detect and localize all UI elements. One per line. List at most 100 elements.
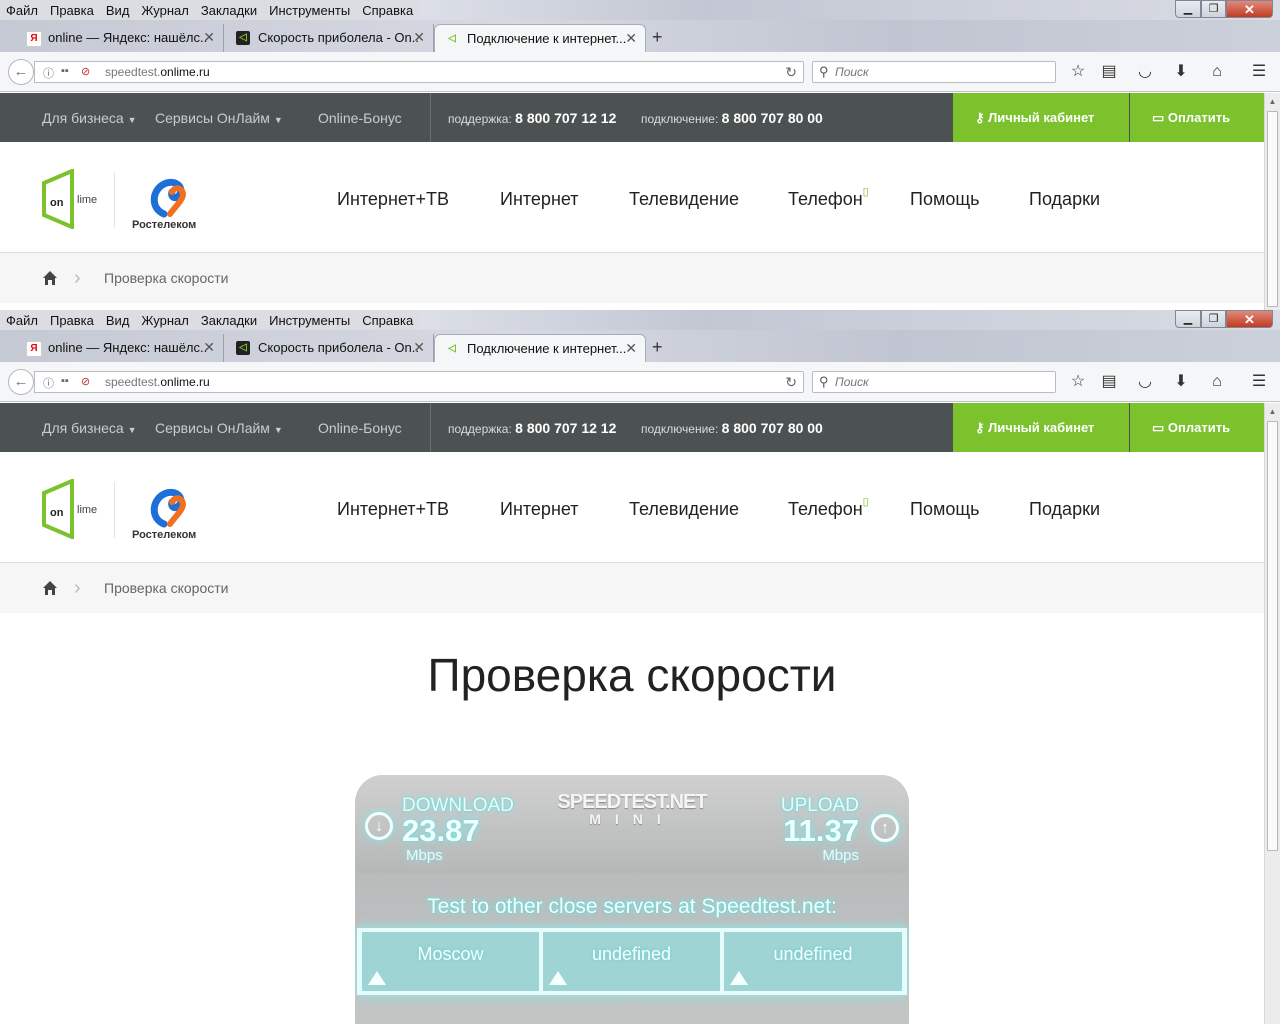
personal-account-button[interactable]: ⚷ Личный кабинет	[953, 93, 1129, 142]
nav-television[interactable]: Телевидение	[629, 499, 739, 520]
close-window-button[interactable]: ✕	[1226, 310, 1273, 328]
onlime-logo[interactable]: on lime	[40, 479, 102, 539]
maximize-button[interactable]: ❐	[1201, 0, 1226, 18]
new-tab-icon[interactable]: +	[652, 27, 663, 48]
menu-edit[interactable]: Правка	[44, 0, 100, 20]
home-icon[interactable]	[42, 270, 58, 286]
pay-button[interactable]: ▭ Оплатить	[1130, 93, 1264, 142]
link-services[interactable]: Сервисы ОнЛайм ▼	[155, 110, 283, 126]
menu-view[interactable]: Вид	[100, 310, 136, 330]
nav-help[interactable]: Помощь	[910, 499, 980, 520]
search-input[interactable]	[835, 64, 1045, 80]
tab-yandex[interactable]: Я online — Яндекс: нашёлс... ✕	[16, 334, 224, 362]
plugin-icon[interactable]: ▪▪	[61, 65, 69, 77]
close-tab-icon[interactable]: ✕	[413, 339, 425, 356]
menu-file[interactable]: Файл	[0, 0, 44, 20]
menu-history[interactable]: Журнал	[135, 310, 194, 330]
plugin-icon[interactable]: ▪▪	[61, 375, 69, 387]
bookmark-star-icon[interactable]: ☆	[1067, 372, 1089, 392]
url-bar[interactable]: ⓘ ▪▪ ⊘ speedtest.onlime.ru ↻	[34, 61, 804, 83]
new-tab-icon[interactable]: +	[652, 337, 663, 358]
speedtest-widget[interactable]: ↓ DOWNLOAD 23.87 Mbps SPEEDTEST.NET MINI…	[355, 775, 909, 1024]
menu-help[interactable]: Справка	[356, 310, 419, 330]
menu-view[interactable]: Вид	[100, 0, 136, 20]
page-scrollbar[interactable]: ▲	[1264, 93, 1280, 310]
tab-onlime-active[interactable]: ◁ Подключение к интернет... ✕	[434, 334, 646, 362]
close-tab-icon[interactable]: ✕	[625, 340, 637, 357]
nav-internet[interactable]: Интернет	[500, 499, 579, 520]
url-text[interactable]: speedtest.onlime.ru	[105, 375, 210, 389]
minimize-button[interactable]: ▁	[1175, 310, 1201, 328]
back-arrow-icon[interactable]: ←	[8, 369, 34, 395]
server-2[interactable]: undefined	[543, 932, 720, 991]
bookmarks-list-icon[interactable]: ▤	[1098, 62, 1120, 82]
nav-television[interactable]: Телевидение	[629, 189, 739, 210]
server-moscow[interactable]: Moscow	[362, 932, 539, 991]
link-business[interactable]: Для бизнеса ▼	[42, 110, 137, 126]
blocked-icon[interactable]: ⊘	[81, 65, 90, 78]
search-input[interactable]	[835, 374, 1045, 390]
link-services[interactable]: Сервисы ОнЛайм ▼	[155, 420, 283, 436]
url-bar[interactable]: ⓘ ▪▪ ⊘ speedtest.onlime.ru ↻	[34, 371, 804, 393]
menu-bookmarks[interactable]: Закладки	[195, 0, 263, 20]
bookmarks-list-icon[interactable]: ▤	[1098, 372, 1120, 392]
close-window-button[interactable]: ✕	[1226, 0, 1273, 18]
nav-internet[interactable]: Интернет	[500, 189, 579, 210]
reload-icon[interactable]: ↻	[785, 374, 797, 391]
nav-internet-tv[interactable]: Интернет+ТВ	[337, 499, 449, 520]
home-icon[interactable]	[42, 580, 58, 596]
rostelecom-logo[interactable]: Ростелеком	[130, 480, 210, 544]
tab-speed-forum[interactable]: ◁ Скорость приболела - On... ✕	[226, 334, 434, 362]
menu-history[interactable]: Журнал	[135, 0, 194, 20]
close-tab-icon[interactable]: ✕	[203, 29, 215, 46]
nav-phone[interactable]: Телефон▯	[788, 186, 869, 210]
menu-edit[interactable]: Правка	[44, 310, 100, 330]
nav-internet-tv[interactable]: Интернет+ТВ	[337, 189, 449, 210]
server-3[interactable]: undefined	[724, 932, 902, 991]
url-text[interactable]: speedtest.onlime.ru	[105, 65, 210, 79]
personal-account-button[interactable]: ⚷ Личный кабинет	[953, 403, 1129, 452]
rostelecom-logo[interactable]: Ростелеком	[130, 170, 210, 234]
nav-phone[interactable]: Телефон▯	[788, 496, 869, 520]
download-icon[interactable]: ⬇	[1170, 62, 1192, 82]
info-icon[interactable]: ⓘ	[43, 375, 54, 391]
maximize-button[interactable]: ❐	[1201, 310, 1226, 328]
home-icon[interactable]: ⌂	[1206, 372, 1228, 392]
pocket-icon[interactable]: ◡	[1134, 372, 1156, 392]
scroll-up-arrow-icon[interactable]: ▲	[1267, 96, 1278, 107]
close-tab-icon[interactable]: ✕	[625, 30, 637, 47]
page-scrollbar[interactable]: ▲	[1264, 403, 1280, 1024]
nav-gifts[interactable]: Подарки	[1029, 189, 1100, 210]
scroll-thumb[interactable]	[1267, 421, 1278, 851]
link-bonus[interactable]: Online-Бонус	[318, 110, 402, 126]
onlime-logo[interactable]: on lime	[40, 169, 102, 229]
search-bar[interactable]: ⚲	[812, 371, 1056, 393]
blocked-icon[interactable]: ⊘	[81, 375, 90, 388]
close-tab-icon[interactable]: ✕	[203, 339, 215, 356]
reload-icon[interactable]: ↻	[785, 64, 797, 81]
tab-speed-forum[interactable]: ◁ Скорость приболела - On... ✕	[226, 24, 434, 52]
search-bar[interactable]: ⚲	[812, 61, 1056, 83]
nav-help[interactable]: Помощь	[910, 189, 980, 210]
link-business[interactable]: Для бизнеса ▼	[42, 420, 137, 436]
nav-gifts[interactable]: Подарки	[1029, 499, 1100, 520]
bookmark-star-icon[interactable]: ☆	[1067, 62, 1089, 82]
info-icon[interactable]: ⓘ	[43, 65, 54, 81]
scroll-up-arrow-icon[interactable]: ▲	[1267, 406, 1278, 417]
hamburger-menu-icon[interactable]: ☰	[1248, 62, 1270, 82]
menu-tools[interactable]: Инструменты	[263, 310, 356, 330]
menu-file[interactable]: Файл	[0, 310, 44, 330]
menu-help[interactable]: Справка	[356, 0, 419, 20]
menu-bookmarks[interactable]: Закладки	[195, 310, 263, 330]
menu-tools[interactable]: Инструменты	[263, 0, 356, 20]
pay-button[interactable]: ▭ Оплатить	[1130, 403, 1264, 452]
close-tab-icon[interactable]: ✕	[413, 29, 425, 46]
download-icon[interactable]: ⬇	[1170, 372, 1192, 392]
tab-yandex[interactable]: Я online — Яндекс: нашёлс... ✕	[16, 24, 224, 52]
minimize-button[interactable]: ▁	[1175, 0, 1201, 18]
tab-onlime-active[interactable]: ◁ Подключение к интернет... ✕	[434, 24, 646, 52]
hamburger-menu-icon[interactable]: ☰	[1248, 372, 1270, 392]
pocket-icon[interactable]: ◡	[1134, 62, 1156, 82]
link-bonus[interactable]: Online-Бонус	[318, 420, 402, 436]
scroll-thumb[interactable]	[1267, 111, 1278, 307]
